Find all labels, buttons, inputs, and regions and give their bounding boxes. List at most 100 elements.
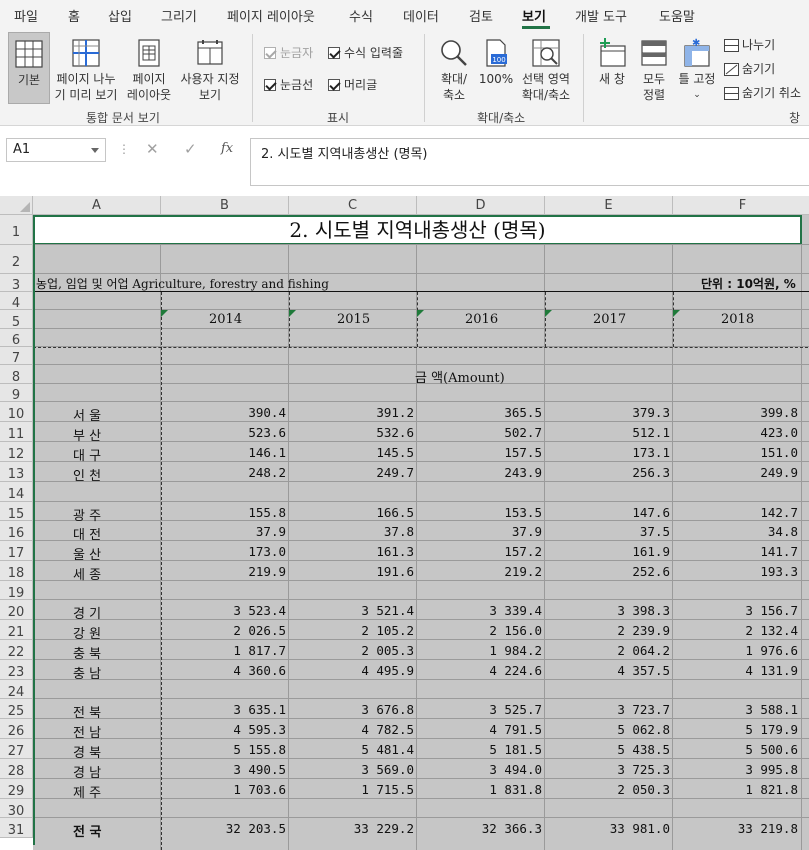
region-name-cell: 전 남 <box>73 726 102 741</box>
row-header[interactable]: 31 <box>0 818 33 838</box>
row-header[interactable]: 7 <box>0 347 33 366</box>
zoom-100-button[interactable]: 100 100% <box>478 32 514 87</box>
tab-draw[interactable]: 그리기 <box>161 6 197 25</box>
cancel-icon[interactable]: ✕ <box>146 140 159 158</box>
hide-button[interactable]: 숨기기 <box>724 60 775 77</box>
value-cell: 5 062.8 <box>617 722 670 737</box>
row-header[interactable]: 25 <box>0 699 33 719</box>
enter-check-icon[interactable]: ✓ <box>184 140 197 158</box>
row-header[interactable]: 26 <box>0 719 33 739</box>
row-header[interactable]: 30 <box>0 799 33 819</box>
row-header[interactable]: 17 <box>0 541 33 561</box>
region-name-cell: 경 기 <box>73 607 102 622</box>
tab-formulas[interactable]: 수식 <box>349 6 373 25</box>
new-window-button[interactable]: 새 창 <box>592 32 632 87</box>
tab-page-layout[interactable]: 페이지 레이아웃 <box>227 6 315 25</box>
row-header[interactable]: 2 <box>0 245 33 274</box>
menu-bar: 파일 홈 삽입 그리기 페이지 레이아웃 수식 데이터 검토 보기 개발 도구 … <box>0 0 809 30</box>
tab-help[interactable]: 도움말 <box>659 6 695 25</box>
column-header-d[interactable]: D <box>417 196 545 215</box>
split-button[interactable]: 나누기 <box>724 36 775 53</box>
chevron-down-icon: ⌄ <box>693 90 701 100</box>
normal-view-button[interactable]: 기본 <box>8 32 50 104</box>
select-all-button[interactable] <box>0 196 33 215</box>
row-header[interactable]: 18 <box>0 561 33 581</box>
arrange-all-button[interactable]: 모두 정렬 <box>636 32 672 103</box>
row-header[interactable]: 24 <box>0 680 33 700</box>
tab-home[interactable]: 홈 <box>68 6 80 25</box>
column-header-f[interactable]: F <box>673 196 809 215</box>
gridline <box>33 758 809 759</box>
normal-view-label: 기본 <box>17 73 41 87</box>
tab-developer[interactable]: 개발 도구 <box>575 6 627 25</box>
row-header[interactable]: 22 <box>0 640 33 660</box>
gridline <box>33 659 809 660</box>
name-box[interactable]: A1 <box>6 138 106 162</box>
gridline <box>33 718 809 719</box>
value-cell: 3 725.3 <box>617 762 670 777</box>
gridlines-checkbox[interactable]: 눈금선 <box>264 76 313 93</box>
value-cell: 2 132.4 <box>745 623 798 638</box>
tab-insert[interactable]: 삽입 <box>108 6 132 25</box>
row-header[interactable]: 8 <box>0 365 33 385</box>
new-window-icon <box>600 38 626 67</box>
zoom-to-selection-button[interactable]: 선택 영역 확대/축소 <box>516 32 576 103</box>
column-header-a[interactable]: A <box>33 196 161 215</box>
freeze-label: 틀 고정 <box>678 72 716 86</box>
row-header[interactable]: 1 <box>0 215 33 245</box>
row-header[interactable]: 10 <box>0 402 33 422</box>
value-cell: 219.2 <box>504 564 542 579</box>
tab-file[interactable]: 파일 <box>14 6 38 25</box>
row-header[interactable]: 5 <box>0 310 33 330</box>
gridline <box>33 798 809 799</box>
row-header[interactable]: 13 <box>0 462 33 482</box>
row-header[interactable]: 15 <box>0 502 33 522</box>
row-header[interactable]: 23 <box>0 660 33 680</box>
sheet-title-cell[interactable]: 2. 시도별 지역내총생산 (명목) <box>33 215 802 245</box>
value-cell: 34.8 <box>767 524 798 539</box>
column-separator <box>545 292 546 347</box>
column-header-c[interactable]: C <box>289 196 417 215</box>
selection-border <box>33 215 35 845</box>
value-cell: 5 481.4 <box>361 742 414 757</box>
tab-view[interactable]: 보기 <box>522 6 546 25</box>
value-cell: 37.5 <box>639 524 670 539</box>
insert-function-icon[interactable]: fx <box>221 141 233 156</box>
row-header[interactable]: 3 <box>0 274 33 293</box>
freeze-panes-button[interactable]: ✱ 틀 고정 ⌄ <box>674 32 720 103</box>
ruler-checkbox[interactable]: 눈금자 <box>264 44 313 61</box>
row-header[interactable]: 14 <box>0 482 33 502</box>
zoom-label-2: 축소 <box>442 88 466 102</box>
row-header[interactable]: 6 <box>0 329 33 348</box>
row-header[interactable]: 4 <box>0 292 33 311</box>
checkbox-icon <box>264 79 276 91</box>
page-break-preview-button[interactable]: 페이지 나누 기 미리 보기 <box>52 32 120 103</box>
chevron-down-icon[interactable] <box>91 148 99 153</box>
row-header[interactable]: 28 <box>0 759 33 779</box>
custom-views-button[interactable]: 사용자 지정 보기 <box>176 32 244 103</box>
row-header[interactable]: 11 <box>0 422 33 442</box>
row-header[interactable]: 9 <box>0 384 33 403</box>
unhide-button[interactable]: 숨기기 취소 <box>724 84 801 101</box>
row-header[interactable]: 27 <box>0 739 33 759</box>
gridline <box>33 817 809 818</box>
page-layout-view-button[interactable]: 페이지 레이아웃 <box>122 32 176 103</box>
value-cell: 3 588.1 <box>745 702 798 717</box>
row-header[interactable]: 16 <box>0 521 33 541</box>
row-header[interactable]: 19 <box>0 581 33 601</box>
row-header[interactable]: 21 <box>0 620 33 640</box>
tab-review[interactable]: 검토 <box>469 6 493 25</box>
zoom-button[interactable]: 확대/ 축소 <box>434 32 474 103</box>
column-header-b[interactable]: B <box>161 196 289 215</box>
formula-input[interactable]: 2. 시도별 지역내총생산 (명목) <box>250 138 809 186</box>
column-header-e[interactable]: E <box>545 196 673 215</box>
row-header[interactable]: 12 <box>0 442 33 462</box>
headings-checkbox[interactable]: 머리글 <box>328 76 377 93</box>
row-header[interactable]: 29 <box>0 779 33 799</box>
gridline <box>33 698 809 699</box>
gridline <box>33 461 809 462</box>
tab-data[interactable]: 데이터 <box>403 6 439 25</box>
formula-bar-checkbox[interactable]: 수식 입력줄 <box>328 44 403 61</box>
row-header[interactable]: 20 <box>0 600 33 620</box>
cell-area[interactable]: 2. 시도별 지역내총생산 (명목) 농업, 임업 및 어업 Agricultu… <box>33 215 809 850</box>
